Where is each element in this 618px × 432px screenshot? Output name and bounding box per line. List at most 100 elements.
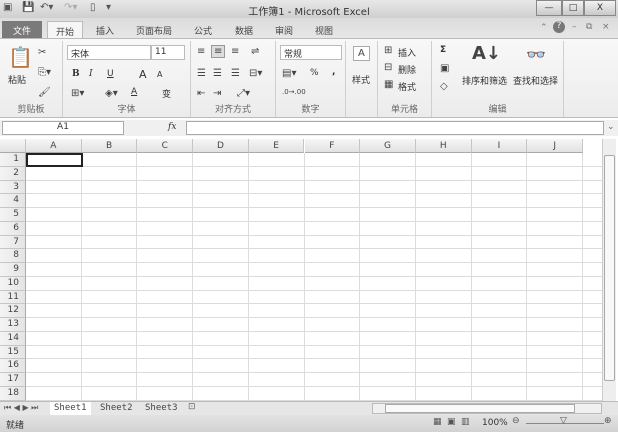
paste-button[interactable]: 粘贴 xyxy=(8,73,26,86)
align-right-icon[interactable]: ☰ xyxy=(231,68,240,79)
insert-cells-button[interactable]: 插入 xyxy=(398,46,416,59)
vertical-scroll-thumb[interactable] xyxy=(604,155,615,381)
insert-function-button[interactable]: fx xyxy=(168,122,176,132)
horizontal-scrollbar[interactable] xyxy=(372,403,602,414)
row-header[interactable]: 13 xyxy=(0,318,26,332)
clear-icon[interactable]: ◇ xyxy=(440,81,448,92)
row-header[interactable]: 14 xyxy=(0,331,26,346)
percent-button[interactable]: % xyxy=(310,68,319,78)
worksheet-grid[interactable]: ABCDEFGHIJ 1 2 3 4 5 6 7 8 9 10 11 12 13 14 15 16 17 18 xyxy=(0,139,602,401)
tab-file[interactable]: 文件 xyxy=(2,21,42,38)
new-sheet-icon[interactable]: ⊡ xyxy=(188,402,196,412)
copy-icon[interactable]: ⎘▾ xyxy=(38,67,51,78)
find-select-button[interactable]: 查找和选择 xyxy=(513,74,558,87)
shrink-font-button[interactable]: A xyxy=(157,70,162,79)
font-size-select[interactable]: 11 xyxy=(151,45,185,60)
sheet-nav-icons[interactable]: ⏮ ◀ ▶ ⏭ xyxy=(4,403,38,413)
increase-decimal-icon[interactable]: .0→.00 xyxy=(282,88,306,96)
decrease-indent-icon[interactable]: ⇤ xyxy=(197,88,205,99)
underline-button[interactable]: U xyxy=(107,69,114,79)
align-bottom-icon[interactable]: ≡ xyxy=(231,46,239,57)
font-name-select[interactable]: 宋体 xyxy=(67,45,151,60)
name-box[interactable]: A1 xyxy=(2,121,124,135)
tab-insert[interactable]: 插入 xyxy=(88,21,122,38)
number-format-select[interactable]: 常规 xyxy=(280,45,342,60)
active-cell[interactable] xyxy=(26,153,83,167)
grow-font-button[interactable]: A xyxy=(139,68,147,81)
zoom-in-icon[interactable]: ⊕ xyxy=(604,416,612,426)
column-header[interactable]: B xyxy=(81,139,138,153)
autosum-button[interactable]: Σ xyxy=(440,45,446,55)
column-header[interactable]: D xyxy=(193,139,249,153)
row-header[interactable]: 15 xyxy=(0,345,26,360)
zoom-level[interactable]: 100% xyxy=(482,418,508,428)
help-icon[interactable]: ? xyxy=(553,21,565,33)
phonetic-button[interactable]: 变 xyxy=(162,87,171,100)
minimize-button[interactable]: — xyxy=(536,0,562,16)
border-icon[interactable]: ⊞▾ xyxy=(71,88,84,99)
align-center-icon[interactable]: ☰ xyxy=(213,68,222,79)
delete-cells-button[interactable]: 删除 xyxy=(398,63,416,76)
font-color-button[interactable]: A xyxy=(131,87,137,97)
row-header[interactable]: 4 xyxy=(0,194,26,208)
workbook-minimize-icon[interactable]: – xyxy=(572,22,577,32)
column-header[interactable]: E xyxy=(248,139,305,153)
close-button[interactable]: X xyxy=(584,0,616,16)
fill-icon[interactable]: ▣ xyxy=(440,63,449,74)
insert-cells-icon[interactable]: ⊞ xyxy=(384,45,392,56)
row-header[interactable]: 10 xyxy=(0,276,26,291)
expand-formula-icon[interactable]: ⌄ xyxy=(607,122,615,132)
tab-page-layout[interactable]: 页面布局 xyxy=(128,21,180,38)
bold-button[interactable]: B xyxy=(72,69,80,79)
orientation-icon[interactable]: ⤢▾ xyxy=(237,88,250,99)
format-painter-icon[interactable]: 🖌 xyxy=(38,87,51,98)
paste-icon[interactable]: 📋 xyxy=(8,45,33,69)
row-header[interactable]: 9 xyxy=(0,263,26,277)
align-left-icon[interactable]: ☰ xyxy=(197,68,206,79)
sheet-tab-2[interactable]: Sheet2 xyxy=(96,402,137,415)
cut-icon[interactable]: ✂ xyxy=(38,47,46,58)
column-header[interactable]: J xyxy=(527,139,583,153)
row-header[interactable]: 8 xyxy=(0,249,26,263)
styles-icon[interactable]: A xyxy=(353,46,370,61)
tab-view[interactable]: 视图 xyxy=(307,21,341,38)
restore-button[interactable]: □ xyxy=(562,0,584,16)
column-header[interactable]: F xyxy=(304,139,361,153)
wrap-text-icon[interactable]: ⇌ xyxy=(251,46,259,57)
column-header[interactable]: C xyxy=(137,139,194,153)
italic-button[interactable]: I xyxy=(89,69,93,79)
sheet-tab-1[interactable]: Sheet1 xyxy=(50,402,91,415)
format-cells-icon[interactable]: ▦ xyxy=(384,79,393,90)
column-header[interactable]: A xyxy=(26,139,82,153)
horizontal-scroll-thumb[interactable] xyxy=(385,404,575,413)
row-header[interactable]: 18 xyxy=(0,386,26,401)
increase-indent-icon[interactable]: ⇥ xyxy=(213,88,221,99)
fill-color-icon[interactable]: ◈▾ xyxy=(105,88,118,99)
formula-input[interactable] xyxy=(186,121,604,135)
column-header[interactable]: G xyxy=(360,139,416,153)
page-layout-view-icon[interactable]: ▣ xyxy=(447,417,456,427)
row-header[interactable]: 5 xyxy=(0,208,26,222)
row-header[interactable]: 2 xyxy=(0,166,26,181)
currency-icon[interactable]: ▤▾ xyxy=(282,68,296,79)
comma-button[interactable]: , xyxy=(332,67,335,77)
tab-home[interactable]: 开始 xyxy=(47,21,84,38)
tab-review[interactable]: 审阅 xyxy=(267,21,301,38)
select-all-corner[interactable] xyxy=(0,139,26,153)
tab-formulas[interactable]: 公式 xyxy=(186,21,220,38)
row-header[interactable]: 3 xyxy=(0,180,26,195)
merge-center-icon[interactable]: ⊟▾ xyxy=(249,68,262,79)
zoom-slider-thumb[interactable]: ▽ xyxy=(560,416,567,426)
row-header[interactable]: 11 xyxy=(0,290,26,305)
row-header[interactable]: 16 xyxy=(0,359,26,373)
workbook-restore-icon[interactable]: ⧉ xyxy=(586,22,592,32)
page-break-view-icon[interactable]: ▥ xyxy=(461,417,470,427)
tab-data[interactable]: 数据 xyxy=(227,21,261,38)
column-header[interactable]: I xyxy=(471,139,528,153)
row-header[interactable]: 1 xyxy=(0,153,26,167)
column-header[interactable]: H xyxy=(415,139,472,153)
row-header[interactable]: 17 xyxy=(0,373,26,387)
row-header[interactable]: 6 xyxy=(0,221,26,236)
styles-button[interactable]: 样式 xyxy=(352,73,370,86)
zoom-out-icon[interactable]: ⊖ xyxy=(512,416,520,426)
